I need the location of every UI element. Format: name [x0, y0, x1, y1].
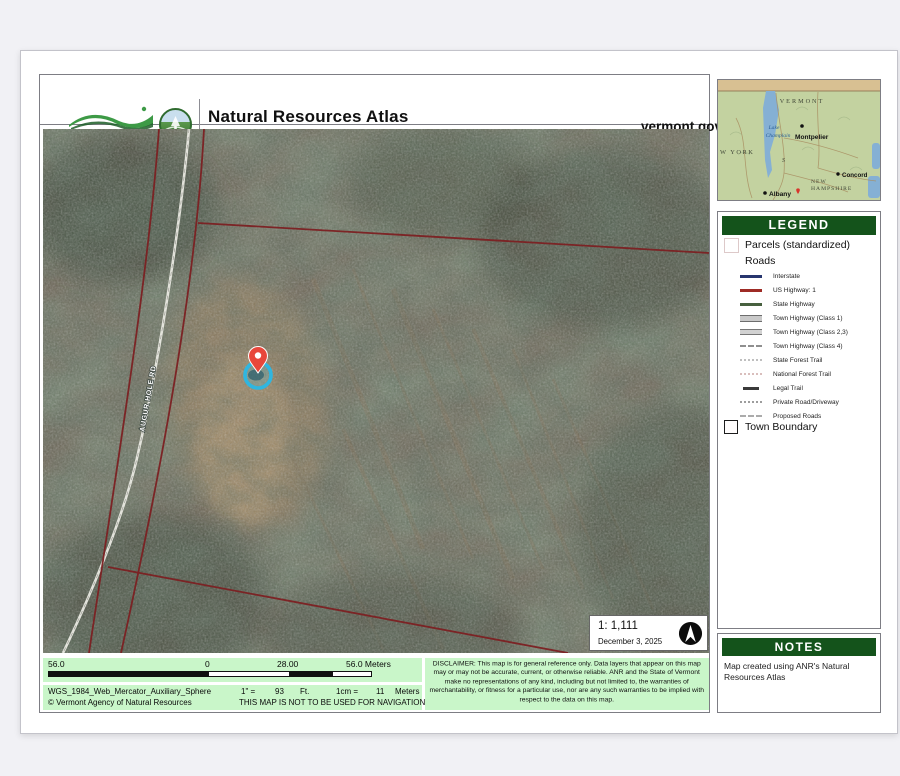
legal-trail-line-icon	[738, 387, 764, 390]
projection-strip: WGS_1984_Web_Mercator_Auxiliary_Sphere 1…	[43, 685, 422, 710]
interstate-line-icon	[738, 275, 764, 278]
inset-label-lake2: Champlain	[766, 133, 791, 139]
town-highway1-line-icon	[738, 315, 764, 322]
legend-item-state-forest-trail: State Forest Trail	[722, 353, 878, 367]
scale-ratio: 1: 1,111	[598, 620, 638, 632]
town-highway4-line-icon	[738, 345, 764, 347]
legend-item-legal-trail: Legal Trail	[722, 381, 878, 395]
north-arrow-icon	[678, 621, 703, 646]
inch-eq: 1" =	[241, 687, 255, 696]
legend-item-state-highway: State Highway	[722, 297, 878, 311]
scalebar-segment	[208, 671, 290, 677]
legend-header: LEGEND	[722, 216, 876, 235]
copyright-label: © Vermont Agency of Natural Resources	[48, 698, 192, 707]
cm-val: 11	[376, 687, 384, 696]
legend-item-us-highway: US Highway: 1	[722, 283, 878, 297]
inset-label-newyork: W YORK	[720, 149, 754, 156]
page-title: Natural Resources Atlas	[208, 107, 409, 127]
overview-inset-map[interactable]: VERMONT Lake Champlain Montpelier W YORK…	[717, 79, 881, 201]
map-date: December 3, 2025	[598, 637, 662, 646]
inset-label-nh2: HAMPSHIRE	[811, 186, 852, 192]
inset-city-dot-concord	[836, 172, 839, 175]
scalebar-right-label: 56.0 Meters	[346, 659, 391, 669]
legend-parcels-label: Parcels (standardized)	[745, 239, 850, 251]
disclaimer-text: DISCLAIMER: This map is for general refe…	[425, 658, 708, 705]
inset-label-s: S	[782, 158, 785, 164]
scalebar-left-label: 56.0	[48, 659, 65, 669]
projection-label: WGS_1984_Web_Mercator_Auxiliary_Sphere	[48, 687, 211, 696]
inset-label-vermont: VERMONT	[780, 98, 825, 105]
state-highway-line-icon	[738, 303, 764, 306]
us-highway-line-icon	[738, 289, 764, 292]
pin-center-dot	[255, 352, 261, 358]
scale-info-box: 1: 1,111 December 3, 2025	[589, 615, 708, 651]
legend-roads-label: Roads	[745, 255, 775, 267]
national-forest-trail-line-icon	[738, 373, 764, 375]
town-highway23-line-icon	[738, 329, 764, 335]
screen: { "header": { "logo_text": "VERMONT", "t…	[0, 0, 900, 776]
legend-panel: LEGEND Parcels (standardized) Roads Inte…	[717, 211, 881, 629]
cm-unit: Meters	[395, 687, 419, 696]
state-forest-trail-line-icon	[738, 359, 764, 361]
inset-label-concord: Concord	[842, 172, 868, 179]
inset-canada-band	[718, 80, 880, 91]
map-canvas[interactable]: AUGUR HOLE RD	[43, 129, 709, 653]
inch-unit: Ft.	[300, 687, 309, 696]
scalebar-segment	[290, 671, 332, 677]
navigation-warning: THIS MAP IS NOT TO BE USED FOR NAVIGATIO…	[239, 698, 425, 707]
legend-town-boundary-label: Town Boundary	[745, 421, 817, 433]
inset-label-nh1: NEW	[811, 179, 827, 185]
inset-city-dot-montpelier	[800, 124, 804, 128]
legend-item-national-forest-trail: National Forest Trail	[722, 367, 878, 381]
legend-item-private-road: Private Road/Driveway	[722, 395, 878, 409]
inset-label-montpelier: Montpelier	[795, 134, 829, 141]
inch-val: 93	[275, 687, 284, 696]
scalebar-mid-label: 28.00	[277, 659, 298, 669]
inset-city-dot-albany	[763, 191, 767, 195]
notes-text: Map created using ANR's Natural Resource…	[724, 661, 874, 684]
scalebar-strip: 56.0 0 28.00 56.0 Meters	[43, 658, 422, 682]
header-bar: VERMONT Natural Resources Atlas Vermont …	[39, 74, 710, 125]
inset-label-lake1: Lake	[768, 125, 780, 131]
notes-panel: NOTES Map created using ANR's Natural Re…	[717, 633, 881, 713]
scalebar-segment	[48, 671, 208, 677]
town-boundary-checkbox	[724, 420, 738, 434]
inset-water-patch	[872, 143, 880, 169]
scalebar-segment	[332, 671, 372, 677]
notes-header: NOTES	[722, 638, 876, 656]
location-marker[interactable]	[245, 347, 271, 389]
logo-dot	[142, 107, 146, 111]
scalebar-zero-label: 0	[205, 659, 210, 669]
private-road-line-icon	[738, 401, 764, 403]
legend-item-town-highway-23: Town Highway (Class 2,3)	[722, 325, 878, 339]
disclaimer-box: DISCLAIMER: This map is for general refe…	[425, 658, 709, 710]
inset-water-patch	[868, 176, 880, 198]
legend-item-town-highway-4: Town Highway (Class 4)	[722, 339, 878, 353]
legend-item-interstate: Interstate	[722, 269, 878, 283]
map-document-page: VERMONT Natural Resources Atlas Vermont …	[20, 50, 898, 734]
legend-item-town-highway-1: Town Highway (Class 1)	[722, 311, 878, 325]
cm-eq: 1cm =	[336, 687, 358, 696]
inset-label-albany: Albany	[769, 191, 791, 198]
parcels-checkbox	[724, 238, 739, 253]
proposed-roads-line-icon	[738, 415, 764, 417]
